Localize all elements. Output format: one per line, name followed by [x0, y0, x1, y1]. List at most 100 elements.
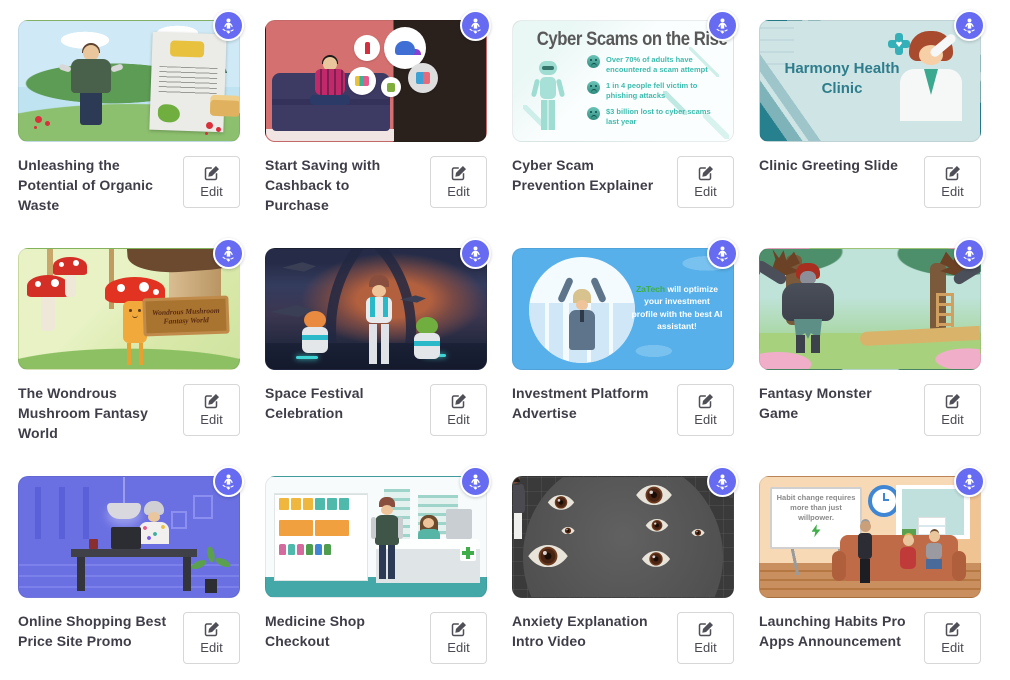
thumbnail-medicine[interactable]: [265, 476, 487, 598]
lamp-shade: [107, 503, 141, 519]
character-badge[interactable]: [954, 238, 985, 269]
doctor-character: [896, 31, 966, 142]
thumbnail-art: Wondrous Mushroom Fantasy World: [18, 248, 240, 370]
template-card-clinic: Harmony Health Clinic Clinic Greeting Sl…: [759, 20, 981, 214]
edit-button[interactable]: Edit: [430, 612, 487, 664]
template-card-cashback: Start Saving with Cashback to Purchase E…: [265, 20, 487, 214]
template-title: Start Saving with Cashback to Purchase: [265, 156, 415, 216]
template-card-space: Space Festival Celebration Edit: [265, 248, 487, 442]
red-mushroom: [53, 257, 87, 297]
thumbnail-investment[interactable]: ZaTech will optimize your investment pro…: [512, 248, 734, 370]
edit-button[interactable]: Edit: [924, 156, 981, 208]
wall-frame: [171, 511, 187, 529]
edit-pencil-icon: [204, 621, 220, 637]
edit-button[interactable]: Edit: [183, 384, 240, 436]
thumbnail-art: [18, 476, 240, 598]
edit-button[interactable]: Edit: [183, 612, 240, 664]
edit-pencil-icon: [451, 165, 467, 181]
character-rotate-icon: [713, 472, 732, 491]
lamp-cord: [123, 477, 125, 505]
shopper-character: [137, 501, 171, 551]
desk: [71, 549, 197, 557]
edit-button[interactable]: Edit: [183, 156, 240, 208]
edit-pencil-icon: [698, 621, 714, 637]
thumbnail-space[interactable]: [265, 248, 487, 370]
character-badge[interactable]: [213, 466, 244, 497]
robot-character: [531, 61, 565, 137]
eye: [641, 551, 671, 567]
thumbnail-mushroom[interactable]: Wondrous Mushroom Fantasy World: [18, 248, 240, 370]
template-card-monster: Fantasy Monster Game Edit: [759, 248, 981, 442]
customer-character: [370, 497, 404, 585]
edit-button[interactable]: Edit: [924, 384, 981, 436]
character-badge[interactable]: [460, 466, 491, 497]
sad-face-icon: [587, 107, 600, 120]
lightning-bolt-icon: [812, 524, 821, 537]
character-badge[interactable]: [954, 10, 985, 41]
character-rotate-icon: [466, 16, 485, 35]
edit-button[interactable]: Edit: [924, 612, 981, 664]
stat-row: 1 in 4 people fell victim to phishing at…: [587, 81, 717, 101]
cash-register: [446, 509, 472, 539]
thumbnail-art: [265, 248, 487, 370]
character-rotate-icon: [466, 244, 485, 263]
template-card-medicine: Medicine Shop Checkout Edit: [265, 476, 487, 670]
edit-label: Edit: [200, 184, 222, 199]
character-badge[interactable]: [707, 466, 738, 497]
slide-headline: Harmony Health Clinic: [782, 59, 902, 98]
thumbnail-habits[interactable]: Habit change requires more than just wil…: [759, 476, 981, 598]
thumbnail-anxiety[interactable]: [512, 476, 734, 598]
product-bubble-palette: [348, 67, 376, 95]
thumbnail-cashback[interactable]: [265, 20, 487, 142]
edit-pencil-icon: [698, 165, 714, 181]
ladder: [936, 293, 954, 327]
potted-plant: [191, 551, 231, 593]
edit-label: Edit: [447, 412, 469, 427]
edit-label: Edit: [941, 412, 963, 427]
template-title: Cyber Scam Prevention Explainer: [512, 156, 662, 196]
character-badge[interactable]: [213, 238, 244, 269]
character-badge[interactable]: [954, 466, 985, 497]
pharmacy-cross-icon: [460, 545, 476, 561]
character-badge[interactable]: [460, 238, 491, 269]
character-badge[interactable]: [213, 10, 244, 41]
eye: [561, 527, 575, 534]
character-badge[interactable]: [707, 238, 738, 269]
edit-pencil-icon: [451, 393, 467, 409]
stat-row: $3 billion lost to cyber scams last year: [587, 107, 717, 127]
eye: [645, 519, 669, 532]
edit-button[interactable]: Edit: [430, 384, 487, 436]
thumbnail-art: Harmony Health Clinic: [759, 20, 981, 142]
thumbnail-clinic[interactable]: Harmony Health Clinic: [759, 20, 981, 142]
wooden-sign: Wondrous Mushroom Fantasy World: [142, 296, 229, 337]
template-title: Anxiety Explanation Intro Video: [512, 612, 662, 652]
template-title: Clinic Greeting Slide: [759, 156, 909, 176]
edit-pencil-icon: [945, 621, 961, 637]
thumbnail-monster[interactable]: [759, 248, 981, 370]
edit-button[interactable]: Edit: [430, 156, 487, 208]
edit-button[interactable]: Edit: [677, 612, 734, 664]
thumbnail-art: Habit change requires more than just wil…: [759, 476, 981, 598]
character-rotate-icon: [466, 472, 485, 491]
edit-pencil-icon: [945, 393, 961, 409]
edit-label: Edit: [694, 640, 716, 655]
flower: [35, 116, 42, 123]
stat-text: 1 in 4 people fell victim to phishing at…: [606, 81, 717, 101]
thumbnail-shopping[interactable]: [18, 476, 240, 598]
template-card-investment: ZaTech will optimize your investment pro…: [512, 248, 734, 442]
monster-character: [760, 249, 856, 353]
thumbnail-cyber-scam[interactable]: Cyber Scams on the Rise Over 70% of adul…: [512, 20, 734, 142]
edit-pencil-icon: [204, 165, 220, 181]
edit-label: Edit: [447, 640, 469, 655]
thumbnail-organic-waste[interactable]: [18, 20, 240, 142]
template-title: The Wondrous Mushroom Fantasy World: [18, 384, 168, 444]
brand-name: ZaTech: [636, 284, 665, 294]
product-bubble-jar: [381, 77, 401, 97]
edit-label: Edit: [200, 640, 222, 655]
character-badge[interactable]: [460, 10, 491, 41]
edit-button[interactable]: Edit: [677, 384, 734, 436]
character-badge[interactable]: [707, 10, 738, 41]
stat-row: Over 70% of adults have encountered a sc…: [587, 55, 717, 75]
edit-button[interactable]: Edit: [677, 156, 734, 208]
edit-label: Edit: [447, 184, 469, 199]
